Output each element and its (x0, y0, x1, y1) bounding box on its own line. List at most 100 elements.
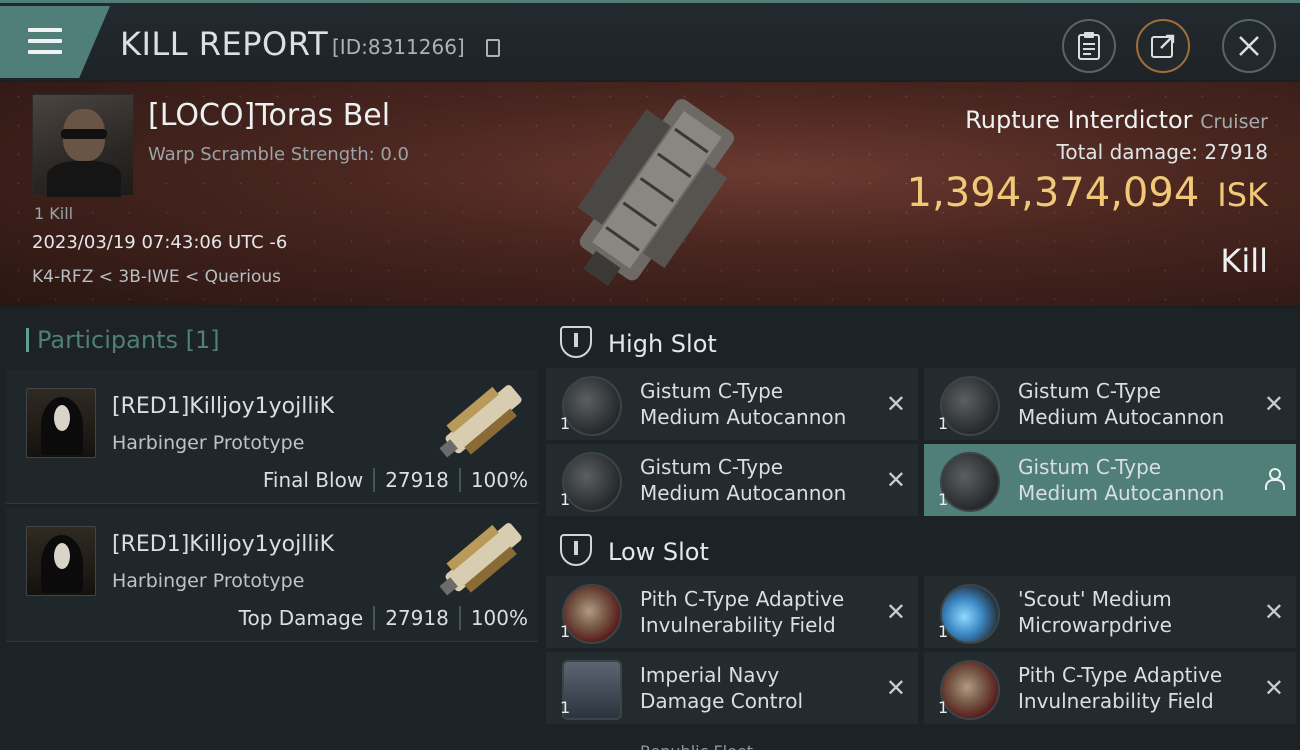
high-slot-label: High Slot (608, 330, 717, 358)
module-name: Pith C-Type Adaptive Invulnerability Fiel… (640, 586, 880, 638)
module-qty: 1 (938, 414, 949, 433)
shield-icon (940, 660, 1000, 720)
module-name-line2: Microwarpdrive (1018, 613, 1172, 637)
participants-panel: Participants [1] [RED1]Killjoy1yojlliK H… (0, 308, 540, 750)
ship-class: Cruiser (1200, 111, 1268, 133)
low-slot-icon (560, 534, 592, 566)
module-name-line1: Imperial Navy (640, 663, 780, 687)
low-slot-label: Low Slot (608, 538, 709, 566)
victim-portrait[interactable] (32, 94, 134, 197)
copy-icon[interactable] (486, 39, 500, 57)
total-damage-label: Total damage: (1056, 140, 1199, 164)
module-name-line1: Gistum C-Type (1018, 455, 1162, 479)
module-item[interactable]: 1 Gistum C-Type Medium Autocannon ✕ (546, 368, 918, 440)
module-item[interactable]: 1 Pith C-Type Adaptive Invulnerability Fi… (546, 576, 918, 648)
total-damage-value: 27918 (1204, 140, 1268, 164)
module-name: Gistum C-Type Medium Autocannon (1018, 454, 1258, 506)
kill-count: 1 Kill (34, 204, 73, 223)
high-slot-icon (560, 326, 592, 358)
participant-avatar[interactable] (26, 526, 96, 596)
report-id: [ID:8311266] (332, 35, 465, 59)
shield-icon (562, 584, 622, 644)
menu-button[interactable] (0, 6, 110, 78)
destroyed-icon: ✕ (885, 598, 906, 626)
damage-control-icon (562, 660, 622, 720)
module-name-line2: Invulnerability Field (640, 613, 836, 637)
module-item[interactable]: 1 Gistum C-Type Medium Autocannon ✕ (546, 444, 918, 516)
participant-avatar[interactable] (26, 388, 96, 458)
module-name: Pith C-Type Adaptive Invulnerability Fiel… (1018, 662, 1258, 714)
module-name-line1: Gistum C-Type (640, 379, 784, 403)
module-name-line1: Pith C-Type Adaptive (640, 587, 845, 611)
module-item[interactable]: 1 Gistum C-Type Medium Autocannon (924, 444, 1296, 516)
close-icon (1239, 36, 1259, 56)
low-slot-header: Low Slot (560, 534, 709, 566)
clipboard-icon (1078, 32, 1100, 60)
participant-damage: 27918 (385, 606, 449, 630)
participant-ship-image[interactable] (426, 508, 536, 608)
module-qty: 1 (560, 698, 571, 717)
isk-value: 1,394,374,094 ISK (907, 170, 1268, 216)
destroyed-icon: ✕ (885, 390, 906, 418)
cut-off-module-name: Republic Fleet (640, 742, 753, 750)
autocannon-icon (562, 452, 622, 512)
destroyed-icon: ✕ (1263, 674, 1284, 702)
module-name: Imperial Navy Damage Control (640, 662, 880, 714)
module-name-line2: Damage Control (640, 689, 804, 713)
menu-icon (28, 28, 62, 56)
header-bar: KILL REPORT [ID:8311266] (0, 0, 1300, 80)
module-name-line2: Medium Autocannon (1018, 481, 1225, 505)
share-button[interactable] (1136, 19, 1190, 73)
module-name-line2: Medium Autocannon (640, 481, 847, 505)
participants-header: Participants [1] (26, 326, 220, 354)
victim-ship-image[interactable] (540, 86, 760, 296)
participants-title: Participants (37, 326, 178, 354)
participants-count: [1] (185, 326, 220, 354)
victim-ship-name[interactable]: Rupture Interdictor Cruiser (965, 106, 1268, 134)
close-button[interactable] (1222, 19, 1276, 73)
module-name-line2: Medium Autocannon (1018, 405, 1225, 429)
fitting-panel: High Slot 1 Gistum C-Type Medium Autocann… (540, 308, 1300, 750)
dropped-person-icon (1264, 468, 1285, 490)
victim-name[interactable]: [LOCO]Toras Bel (148, 98, 390, 133)
kill-location[interactable]: K4-RFZ < 3B-IWE < Querious (32, 267, 281, 287)
participant-ship: Harbinger Prototype (112, 570, 305, 592)
module-item[interactable]: 1 'Scout' Medium Microwarpdrive ✕ (924, 576, 1296, 648)
kill-datetime: 2023/03/19 07:43:06 UTC -6 (32, 232, 288, 253)
microwarpdrive-icon (940, 584, 1000, 644)
participant-row[interactable]: [RED1]Killjoy1yojlliK Harbinger Prototyp… (6, 370, 538, 504)
module-name-line1: Gistum C-Type (640, 455, 784, 479)
victim-banner: [LOCO]Toras Bel Warp Scramble Strength: … (0, 82, 1300, 306)
participant-stats: Top Damage 27918 100% (239, 606, 528, 630)
participant-row[interactable]: [RED1]Killjoy1yojlliK Harbinger Prototyp… (6, 508, 538, 642)
module-qty: 1 (560, 622, 571, 641)
participant-damage: 27918 (385, 468, 449, 492)
participant-ship-image[interactable] (426, 370, 536, 470)
participant-ship: Harbinger Prototype (112, 432, 305, 454)
destroyed-icon: ✕ (1263, 390, 1284, 418)
module-qty: 1 (938, 490, 949, 509)
participant-name: [RED1]Killjoy1yojlliK (112, 394, 334, 419)
clipboard-button[interactable] (1062, 19, 1116, 73)
autocannon-icon (562, 376, 622, 436)
module-name-line1: Gistum C-Type (1018, 379, 1162, 403)
autocannon-icon (940, 376, 1000, 436)
destroyed-icon: ✕ (885, 674, 906, 702)
module-name: 'Scout' Medium Microwarpdrive (1018, 586, 1258, 638)
kill-count-text: 1 Kill (34, 204, 74, 223)
participant-percent: 100% (470, 606, 528, 630)
participant-name: [RED1]Killjoy1yojlliK (112, 532, 334, 557)
module-qty: 1 (560, 490, 571, 509)
autocannon-icon (940, 452, 1000, 512)
share-icon (1151, 34, 1175, 58)
module-item[interactable]: 1 Imperial Navy Damage Control ✕ (546, 652, 918, 724)
warp-scramble-strength: Warp Scramble Strength: 0.0 (148, 144, 410, 165)
module-name: Gistum C-Type Medium Autocannon (640, 454, 880, 506)
module-name: Gistum C-Type Medium Autocannon (1018, 378, 1258, 430)
kill-result: Kill (1220, 242, 1268, 280)
module-item[interactable]: 1 Gistum C-Type Medium Autocannon ✕ (924, 368, 1296, 440)
module-item[interactable]: 1 Pith C-Type Adaptive Invulnerability Fi… (924, 652, 1296, 724)
high-slot-header: High Slot (560, 326, 717, 358)
participant-percent: 100% (470, 468, 528, 492)
isk-unit: ISK (1217, 176, 1268, 214)
